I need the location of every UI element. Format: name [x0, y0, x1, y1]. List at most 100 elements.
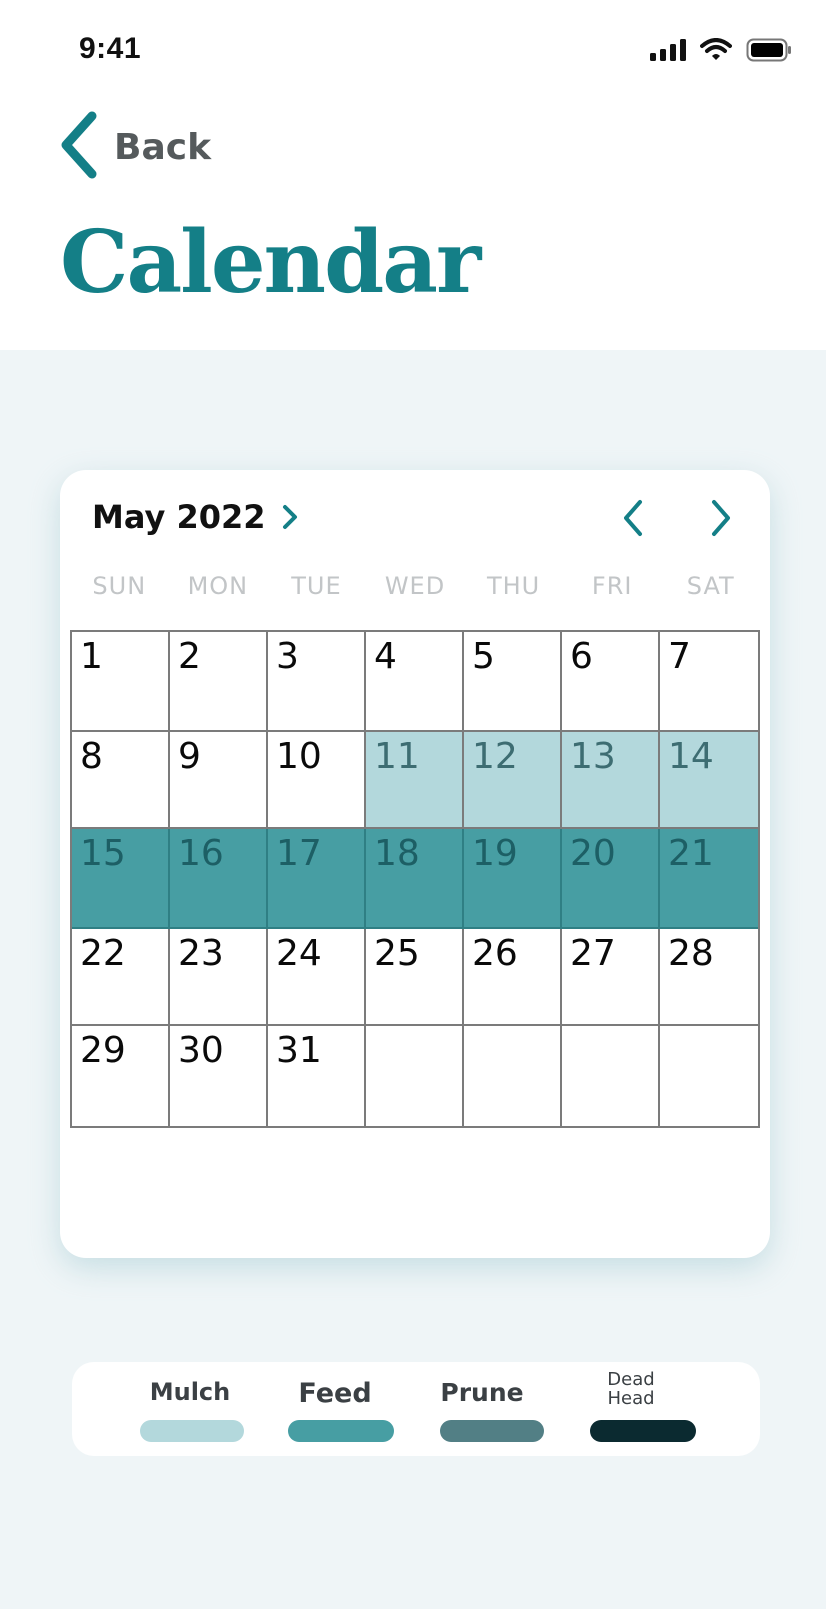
day-cell-feed[interactable]: 20 — [562, 829, 660, 929]
day-number: 5 — [472, 636, 495, 677]
day-number: 16 — [178, 833, 224, 874]
day-cell[interactable]: 27 — [562, 929, 660, 1026]
day-cell-feed[interactable]: 17 — [268, 829, 366, 929]
legend-feed-swatch — [288, 1420, 394, 1442]
legend-mulch: Mulch — [138, 1378, 242, 1406]
empty-cell — [660, 1026, 758, 1126]
day-number: 4 — [374, 636, 397, 677]
day-cell-feed[interactable]: 15 — [72, 829, 170, 929]
legend-feed-label: Feed — [298, 1378, 372, 1409]
task-legend: Mulch Feed Prune Dead Head — [72, 1362, 760, 1456]
day-number: 14 — [668, 736, 714, 777]
day-cell[interactable]: 1 — [72, 632, 170, 732]
day-number: 13 — [570, 736, 616, 777]
day-number: 18 — [374, 833, 420, 874]
day-cell-feed[interactable]: 19 — [464, 829, 562, 929]
day-cell[interactable]: 22 — [72, 929, 170, 1026]
day-number: 9 — [178, 736, 201, 777]
legend-feed: Feed — [282, 1378, 388, 1409]
day-cell[interactable]: 10 — [268, 732, 366, 829]
day-number: 27 — [570, 933, 616, 974]
battery-icon — [746, 38, 792, 62]
day-number: 8 — [80, 736, 103, 777]
day-cell[interactable]: 4 — [366, 632, 464, 732]
day-number: 21 — [668, 833, 714, 874]
back-label: Back — [114, 127, 212, 168]
back-button[interactable]: Back — [58, 110, 211, 185]
empty-cell — [366, 1026, 464, 1126]
day-cell[interactable]: 28 — [660, 929, 758, 1026]
day-cell[interactable]: 5 — [464, 632, 562, 732]
weekday-thu: THU — [486, 572, 541, 600]
day-number: 29 — [80, 1030, 126, 1071]
day-number: 17 — [276, 833, 322, 874]
month-picker-chevron-icon[interactable] — [280, 502, 300, 537]
day-cell-mulch[interactable]: 13 — [562, 732, 660, 829]
weekday-sun: SUN — [92, 572, 147, 600]
day-cell[interactable]: 29 — [72, 1026, 170, 1126]
legend-deadhead-label-line2: Head — [607, 1388, 655, 1409]
day-cell[interactable]: 26 — [464, 929, 562, 1026]
day-cell-feed[interactable]: 21 — [660, 829, 758, 929]
weekday-sat: SAT — [686, 572, 735, 600]
day-number: 11 — [374, 736, 420, 777]
day-number: 7 — [668, 636, 691, 677]
weekday-wed: WED — [384, 572, 446, 600]
legend-deadhead-swatch — [590, 1420, 696, 1442]
weekday-mon: MON — [187, 572, 249, 600]
day-cell-feed[interactable]: 18 — [366, 829, 464, 929]
chevron-left-icon — [58, 110, 100, 185]
status-icons — [650, 38, 792, 62]
previous-month-button[interactable] — [618, 498, 648, 543]
day-cell-mulch[interactable]: 11 — [366, 732, 464, 829]
day-cell[interactable]: 2 — [170, 632, 268, 732]
legend-mulch-swatch — [140, 1420, 244, 1442]
day-cell[interactable]: 3 — [268, 632, 366, 732]
day-number: 15 — [80, 833, 126, 874]
month-label: May 2022 — [92, 498, 266, 536]
day-number: 31 — [276, 1030, 322, 1071]
day-number: 30 — [178, 1030, 224, 1071]
header-area: 9:41 Back Calendar — [0, 0, 826, 350]
day-number: 19 — [472, 833, 518, 874]
day-cell-mulch[interactable]: 14 — [660, 732, 758, 829]
cellular-signal-icon — [650, 39, 686, 61]
day-number: 23 — [178, 933, 224, 974]
day-number: 6 — [570, 636, 593, 677]
day-number: 20 — [570, 833, 616, 874]
day-number: 28 — [668, 933, 714, 974]
weekday-header: SUN MON TUE WED THU FRI SAT — [70, 572, 760, 600]
day-number: 2 — [178, 636, 201, 677]
wifi-icon — [700, 38, 732, 62]
day-number: 22 — [80, 933, 126, 974]
empty-cell — [562, 1026, 660, 1126]
day-cell[interactable]: 24 — [268, 929, 366, 1026]
weekday-fri: FRI — [591, 572, 633, 600]
legend-mulch-label: Mulch — [149, 1378, 231, 1406]
day-number: 12 — [472, 736, 518, 777]
day-cell-mulch[interactable]: 12 — [464, 732, 562, 829]
day-cell[interactable]: 9 — [170, 732, 268, 829]
empty-cell — [464, 1026, 562, 1126]
day-number: 24 — [276, 933, 322, 974]
legend-deadhead-label-line1: Dead — [607, 1369, 655, 1390]
legend-prune-label: Prune — [440, 1378, 524, 1407]
day-cell-feed[interactable]: 16 — [170, 829, 268, 929]
day-cell[interactable]: 31 — [268, 1026, 366, 1126]
status-time: 9:41 — [79, 32, 142, 65]
day-cell[interactable]: 6 — [562, 632, 660, 732]
day-number: 10 — [276, 736, 322, 777]
day-cell[interactable]: 8 — [72, 732, 170, 829]
next-month-button[interactable] — [706, 498, 736, 543]
day-number: 1 — [80, 636, 103, 677]
calendar-grid: 1 2 3 4 5 6 7 8 9 10 11 12 13 14 15 16 1… — [70, 630, 760, 1128]
day-cell[interactable]: 7 — [660, 632, 758, 732]
day-number: 3 — [276, 636, 299, 677]
page-title: Calendar — [60, 212, 481, 313]
day-cell[interactable]: 30 — [170, 1026, 268, 1126]
legend-deadhead: Dead Head — [578, 1370, 684, 1408]
day-cell[interactable]: 23 — [170, 929, 268, 1026]
weekday-tue: TUE — [291, 572, 342, 600]
legend-prune-swatch — [440, 1420, 544, 1442]
day-cell[interactable]: 25 — [366, 929, 464, 1026]
